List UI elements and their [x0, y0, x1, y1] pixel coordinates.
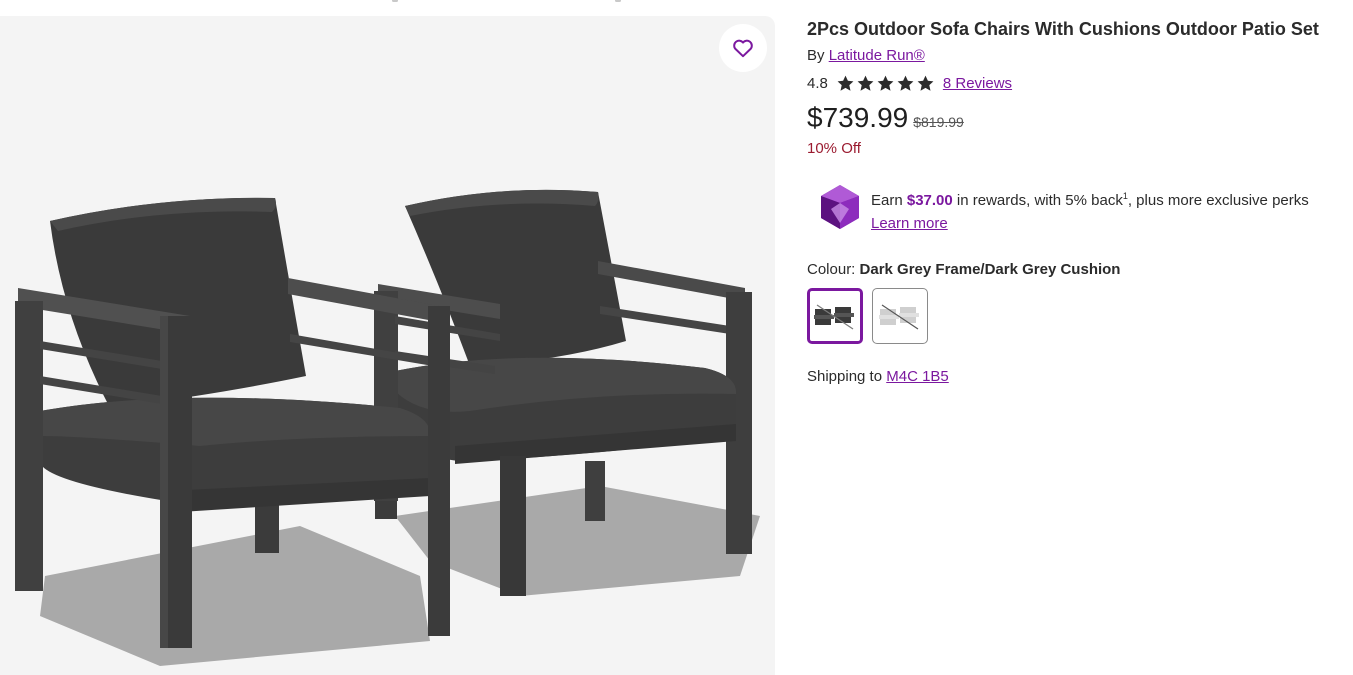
shipping-line: Shipping to M4C 1B5 [807, 368, 1352, 385]
cropped-text-fragment [330, 0, 630, 3]
rewards-description: in rewards, with 5% back [956, 192, 1123, 209]
colour-selector: Colour: Dark Grey Frame/Dark Grey Cushio… [807, 261, 1352, 278]
star-icon [897, 75, 914, 91]
price-row: $739.99 $819.99 [807, 102, 1352, 134]
shipping-label: Shipping to [807, 368, 883, 385]
rewards-earn-label: Earn [871, 192, 903, 209]
swatch-light-grey[interactable] [872, 288, 928, 344]
heart-icon [733, 39, 753, 58]
rewards-text: Earn $37.00 in rewards, with 5% back1, p… [871, 183, 1309, 235]
by-label: By [807, 47, 825, 64]
colour-label: Colour: [807, 261, 856, 278]
reviews-link[interactable]: 8 Reviews [943, 75, 1012, 92]
colour-selected-value: Dark Grey Frame/Dark Grey Cushion [859, 261, 1121, 278]
product-image-gallery[interactable] [0, 16, 775, 675]
product-image [15, 189, 760, 666]
dark-chairs-thumbnail-icon [814, 304, 854, 330]
swatch-dark-grey[interactable] [807, 288, 863, 344]
star-icon [877, 75, 894, 91]
gem-icon [821, 185, 859, 229]
favorite-button[interactable] [719, 24, 767, 72]
rating-value: 4.8 [807, 74, 828, 92]
star-icon [837, 75, 854, 91]
postal-code-link[interactable]: M4C 1B5 [886, 368, 949, 385]
star-icon [917, 75, 934, 91]
rating-stars [836, 74, 935, 93]
colour-swatches [807, 288, 1352, 344]
rewards-banner: Earn $37.00 in rewards, with 5% back1, p… [819, 183, 1352, 235]
learn-more-link[interactable]: Learn more [871, 215, 948, 232]
rewards-amount: $37.00 [906, 192, 953, 209]
rewards-perks: , plus more exclusive perks [1127, 192, 1309, 209]
rating-row: 4.8 8 Reviews [807, 72, 1352, 94]
current-price: $739.99 [807, 102, 909, 133]
original-price: $819.99 [913, 114, 964, 130]
brand-line: By Latitude Run® [807, 46, 1352, 66]
star-icon [857, 75, 874, 91]
product-title: 2Pcs Outdoor Sofa Chairs With Cushions O… [807, 19, 1319, 39]
discount-label: 10% Off [807, 140, 861, 157]
light-chairs-thumbnail-icon [879, 304, 919, 330]
product-info-panel: 2Pcs Outdoor Sofa Chairs With Cushions O… [807, 16, 1352, 385]
brand-link[interactable]: Latitude Run® [829, 47, 925, 64]
